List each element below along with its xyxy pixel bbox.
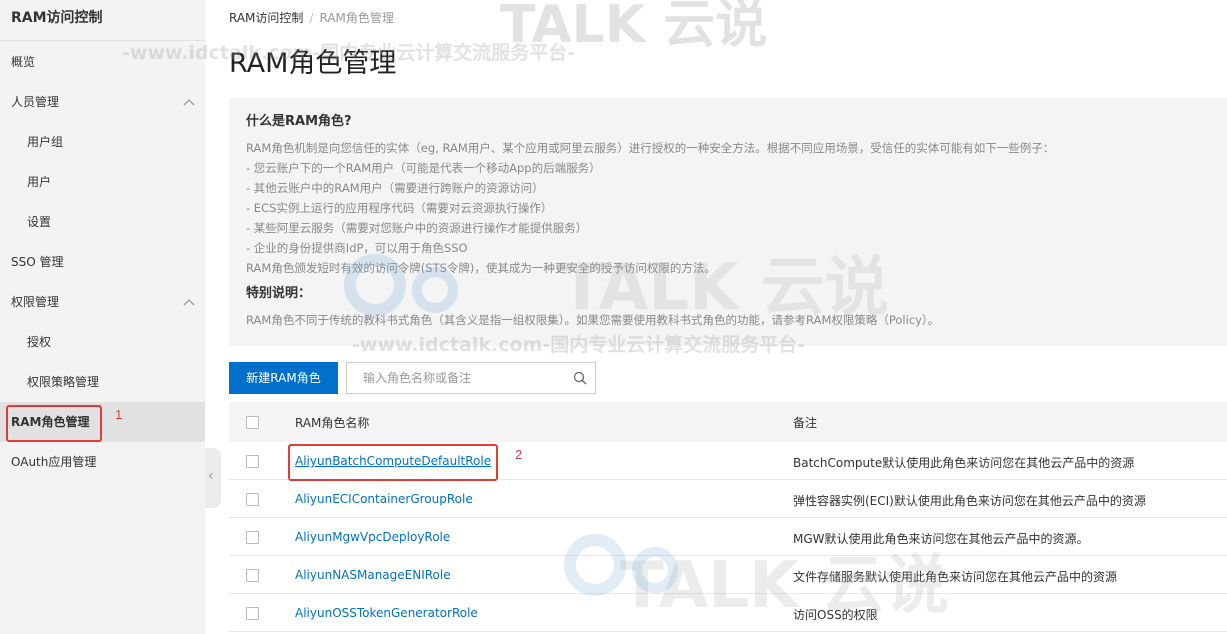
breadcrumb-current: RAM角色管理 [319,11,394,25]
info-panel: 什么是RAM角色? RAM角色机制是向您信任的实体（eg, RAM用户、某个应用… [229,98,1227,346]
sidebar-item-users[interactable]: 用户 [0,162,205,202]
role-note: 访问OSS的权限 [793,608,878,622]
sidebar: RAM访问控制 概览 人员管理 用户组 用户 设置 SSO 管理 权限管理 授权… [0,0,205,634]
sidebar-item-overview[interactable]: 概览 [0,42,205,82]
table-header: RAM角色名称 备注 [229,402,1227,442]
page-title: RAM角色管理 [229,48,397,79]
sidebar-item-label: 权限策略管理 [27,375,100,389]
sidebar-divider [0,40,205,41]
row-checkbox[interactable] [246,493,259,506]
sidebar-collapse-handle[interactable]: ‹ [205,448,221,508]
sidebar-item-label: 权限管理 [11,295,60,309]
role-name-link[interactable]: AliyunOSSTokenGeneratorRole [295,606,478,620]
special-note-text: RAM角色不同于传统的教科书式角色（其含义是指一组权限集）。如果您需要使用教科书… [246,313,940,327]
sidebar-item-sso[interactable]: SSO 管理 [0,242,205,282]
info-line: - 其他云账户中的RAM用户（需要进行跨账户的资源访问） [246,181,544,195]
sidebar-item-user-groups[interactable]: 用户组 [0,122,205,162]
roles-table: RAM角色名称 备注 AliyunBatchComputeDefaultRole… [229,402,1227,632]
row-checkbox[interactable] [246,531,259,544]
sidebar-item-label: 设置 [27,215,52,229]
row-checkbox[interactable] [246,455,259,468]
new-ram-role-button[interactable]: 新建RAM角色 [229,362,338,394]
sidebar-item-label: 用户组 [27,135,64,149]
annotation-number-1: 1 [115,407,123,422]
role-search-input[interactable] [347,363,567,393]
role-note: 文件存储服务默认使用此角色来访问您在其他云产品中的资源 [793,570,1118,584]
highlight-box-role [288,444,498,481]
role-note: 弹性容器实例(ECI)默认使用此角色来访问您在其他云产品中的资源 [793,494,1146,508]
sidebar-title: RAM访问控制 [11,10,103,26]
highlight-box-sidebar [6,405,102,442]
role-name-link[interactable]: AliyunNASManageENIRole [295,568,451,582]
role-note: MGW默认使用此角色来访问您在其他云产品中的资源。 [793,532,1089,546]
info-line: - 某些阿里云服务（需要对您账户中的资源进行操作才能提供服务） [246,221,588,235]
sidebar-item-label: 用户 [27,175,52,189]
table-row: AliyunOSSTokenGeneratorRole 访问OSS的权限 [229,594,1227,632]
sidebar-item-policies[interactable]: 权限策略管理 [0,362,205,402]
info-text: RAM角色机制是向您信任的实体（eg, RAM用户、某个应用或阿里云服务）进行授… [246,138,1054,278]
sidebar-item-permissions[interactable]: 权限管理 [0,282,205,322]
sidebar-item-grants[interactable]: 授权 [0,322,205,362]
sidebar-item-label: SSO 管理 [11,255,64,269]
sidebar-item-settings[interactable]: 设置 [0,202,205,242]
chevron-left-icon: ‹ [208,468,214,484]
info-line: - 您云账户下的一个RAM用户（可能是代表一个移动App的后端服务） [246,161,601,175]
breadcrumb: RAM访问控制 / RAM角色管理 [229,10,394,26]
breadcrumb-separator: / [309,11,314,25]
column-header-role-name: RAM角色名称 [295,416,370,430]
info-line: - ECS实例上运行的应用程序代码（需要对云资源执行操作） [246,201,553,215]
table-row: AliyunECIContainerGroupRole 弹性容器实例(ECI)默… [229,480,1227,518]
role-search-box [346,362,596,394]
sidebar-item-identities[interactable]: 人员管理 [0,82,205,122]
row-checkbox[interactable] [246,607,259,620]
info-line: RAM角色颁发短时有效的访问令牌(STS令牌)，使其成为一种更安全的授予访问权限… [246,261,716,275]
table-row: AliyunMgwVpcDeployRole MGW默认使用此角色来访问您在其他… [229,518,1227,556]
row-checkbox[interactable] [246,569,259,582]
annotation-number-2: 2 [515,447,523,462]
special-note-heading: 特别说明： [246,286,312,301]
sidebar-item-oauth-apps[interactable]: OAuth应用管理 [0,442,205,482]
select-all-checkbox[interactable] [246,416,259,429]
info-line: - 企业的身份提供商IdP，可以用于角色SSO [246,241,468,255]
chevron-up-icon [183,99,195,106]
chevron-up-icon [183,299,195,306]
info-line: RAM角色机制是向您信任的实体（eg, RAM用户、某个应用或阿里云服务）进行授… [246,141,1055,155]
search-icon[interactable] [573,371,587,385]
sidebar-item-label: OAuth应用管理 [11,455,97,469]
sidebar-item-label: 概览 [11,55,36,69]
sidebar-item-label: 授权 [27,335,52,349]
sidebar-item-label: 人员管理 [11,95,60,109]
table-row: AliyunNASManageENIRole 文件存储服务默认使用此角色来访问您… [229,556,1227,594]
breadcrumb-root[interactable]: RAM访问控制 [229,11,303,25]
role-name-link[interactable]: AliyunMgwVpcDeployRole [295,530,450,544]
watermark-brand: TALK 云说 [500,0,768,55]
role-name-link[interactable]: AliyunECIContainerGroupRole [295,492,473,506]
info-heading: 什么是RAM角色? [246,114,352,129]
column-header-note: 备注 [793,416,818,430]
role-note: BatchCompute默认使用此角色来访问您在其他云产品中的资源 [793,456,1135,470]
